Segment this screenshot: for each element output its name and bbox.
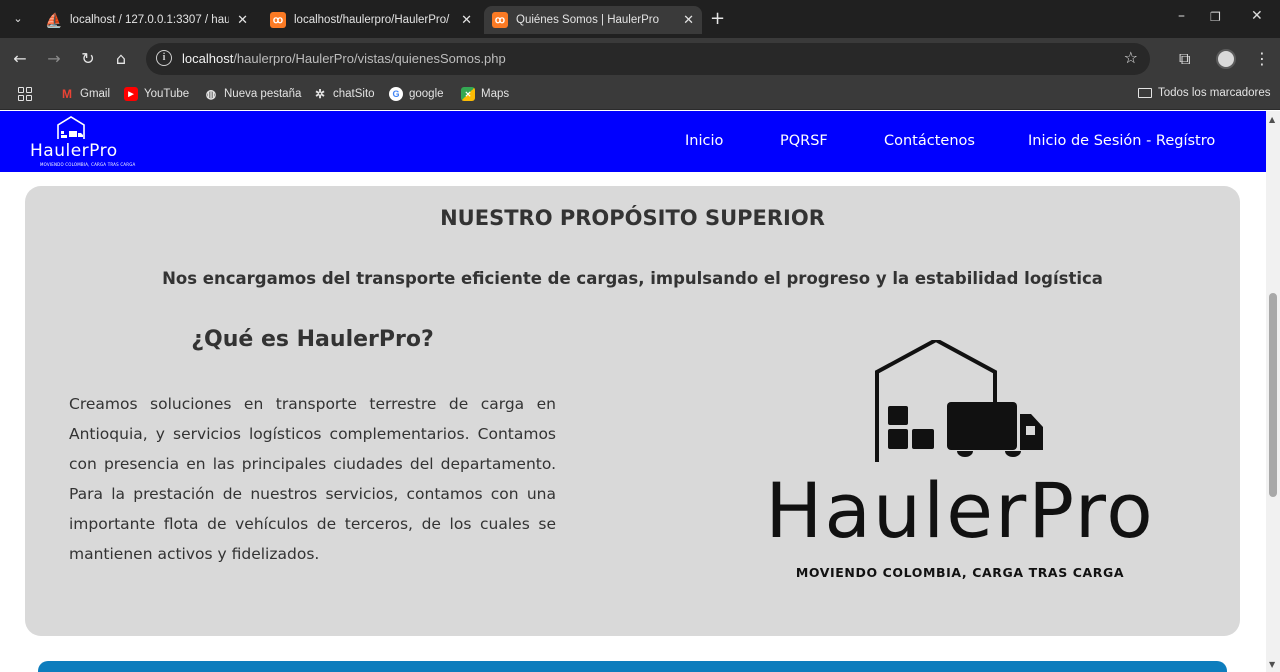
xampp-favicon-icon: ꝏ	[492, 12, 508, 28]
youtube-icon: ▶	[124, 87, 138, 101]
minimize-icon[interactable]: –	[1178, 8, 1185, 24]
nav-login-register[interactable]: Inicio de Sesión - Regístro	[1028, 133, 1215, 149]
tab-haulerpro-index[interactable]: ꝏ localhost/haulerpro/HaulerPro/ ✕	[262, 6, 480, 34]
browser-tab-bar: ⌄ ⛵ localhost / 127.0.0.1:3307 / hau ✕ ꝏ…	[0, 0, 1280, 38]
next-section-banner	[38, 661, 1227, 672]
globe-icon: ◍	[205, 87, 217, 101]
what-is-paragraph: Creamos soluciones en transporte terrest…	[69, 395, 556, 563]
haulerpro-logo: HaulerPro MOVIENDO COLOMBIA, CARGA TRAS …	[745, 340, 1175, 585]
restore-icon[interactable]: ❐	[1210, 10, 1221, 24]
browser-toolbar: ← → ↻ ⌂ i localhost/haulerpro/HaulerPro/…	[0, 38, 1280, 80]
bookmark-gmail[interactable]: M Gmail	[60, 87, 110, 101]
nav-contactenos[interactable]: Contáctenos	[884, 133, 975, 149]
page-scrollbar[interactable]: ▲ ▼	[1266, 111, 1280, 672]
gmail-icon: M	[62, 87, 72, 101]
close-icon[interactable]: ✕	[683, 12, 694, 28]
close-icon[interactable]: ✕	[237, 12, 248, 28]
bookmark-star-icon[interactable]: ☆	[1124, 48, 1138, 67]
scroll-down-icon[interactable]: ▼	[1269, 660, 1275, 669]
section-title: NUESTRO PROPÓSITO SUPERIOR	[440, 206, 825, 230]
nav-pqrsf[interactable]: PQRSF	[780, 133, 828, 149]
address-bar[interactable]: i localhost/haulerpro/HaulerPro/vistas/q…	[146, 43, 1150, 75]
more-menu-icon[interactable]: ⋮	[1254, 48, 1270, 70]
forward-icon[interactable]: →	[43, 48, 65, 70]
bookmark-youtube[interactable]: ▶ YouTube	[124, 87, 189, 101]
scroll-up-icon[interactable]: ▲	[1269, 115, 1275, 124]
bookmarks-bar: M Gmail ▶ YouTube ◍ Nueva pestaña ✲ chat…	[0, 80, 1280, 110]
site-logo[interactable]: HaulerPro MOVIENDO COLOMBIA, CARGA TRAS …	[30, 115, 135, 167]
extensions-icon[interactable]: ⧉	[1179, 48, 1190, 70]
section-subtitle: Nos encargamos del transporte eficiente …	[162, 269, 1103, 288]
back-icon[interactable]: ←	[9, 48, 31, 70]
page-viewport: HaulerPro MOVIENDO COLOMBIA, CARGA TRAS …	[0, 111, 1266, 672]
bookmark-maps[interactable]: ✕ Maps	[461, 87, 509, 101]
bookmark-chatsito[interactable]: ✲ chatSito	[313, 87, 375, 101]
warehouse-truck-icon	[875, 340, 1043, 462]
new-tab-icon[interactable]: +	[710, 8, 725, 30]
google-icon: G	[389, 87, 403, 101]
all-bookmarks[interactable]: Todos los marcadores	[1138, 87, 1271, 99]
logo-wordmark: HaulerPro	[765, 466, 1155, 555]
tab-title: Quiénes Somos | HaulerPro	[516, 14, 659, 26]
window-close-icon[interactable]: ✕	[1251, 8, 1263, 24]
url-text[interactable]: localhost/haulerpro/HaulerPro/vistas/qui…	[182, 51, 506, 66]
purpose-card: NUESTRO PROPÓSITO SUPERIOR Nos encargamo…	[25, 186, 1240, 636]
bookmark-nueva-pestana[interactable]: ◍ Nueva pestaña	[204, 87, 302, 101]
apps-grid-icon[interactable]	[18, 87, 32, 101]
home-icon[interactable]: ⌂	[110, 48, 132, 70]
phpmyadmin-favicon-icon: ⛵	[45, 11, 63, 28]
logo-tagline: MOVIENDO COLOMBIA, CARGA TRAS CARGA	[795, 565, 1125, 580]
maps-icon: ✕	[461, 87, 475, 101]
tab-title: localhost / 127.0.0.1:3307 / hau	[70, 14, 230, 26]
close-icon[interactable]: ✕	[461, 12, 472, 28]
nav-inicio[interactable]: Inicio	[685, 133, 723, 149]
bookmark-google[interactable]: G google	[389, 87, 444, 101]
openai-icon: ✲	[314, 87, 326, 101]
what-is-heading: ¿Qué es HaulerPro?	[191, 327, 434, 352]
brand-name: HaulerPro	[30, 141, 118, 161]
xampp-favicon-icon: ꝏ	[270, 12, 286, 28]
tab-phpmyadmin[interactable]: ⛵ localhost / 127.0.0.1:3307 / hau ✕	[38, 6, 256, 34]
tab-title: localhost/haulerpro/HaulerPro/	[294, 14, 450, 26]
site-navbar: HaulerPro MOVIENDO COLOMBIA, CARGA TRAS …	[0, 111, 1266, 172]
tab-search-chevron-icon[interactable]: ⌄	[8, 10, 28, 28]
folder-icon	[1138, 88, 1152, 98]
tab-quienes-somos[interactable]: ꝏ Quiénes Somos | HaulerPro ✕	[484, 6, 702, 34]
profile-avatar[interactable]	[1216, 49, 1236, 69]
brand-tagline: MOVIENDO COLOMBIA, CARGA TRAS CARGA	[40, 162, 136, 167]
warehouse-truck-icon	[57, 116, 85, 139]
site-info-icon[interactable]: i	[156, 50, 172, 66]
scroll-thumb[interactable]	[1269, 293, 1277, 497]
reload-icon[interactable]: ↻	[77, 48, 99, 70]
